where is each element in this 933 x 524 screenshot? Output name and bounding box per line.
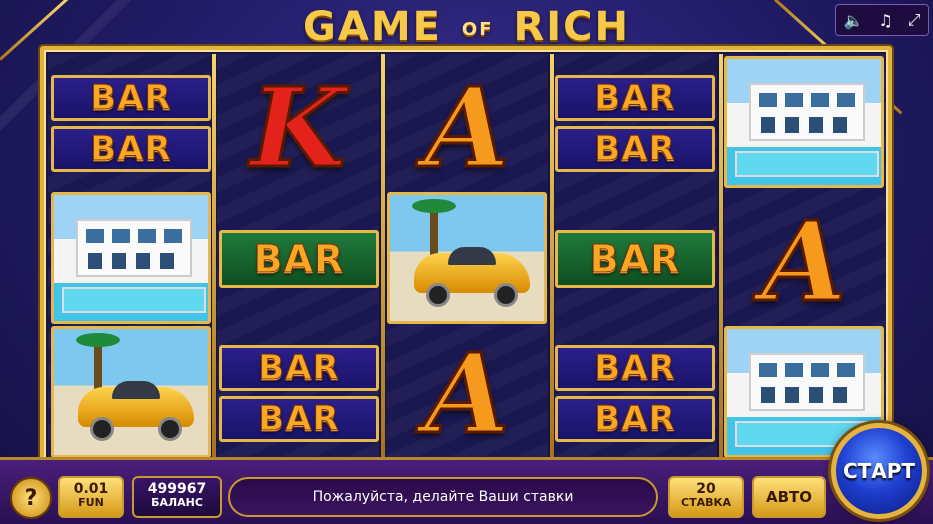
villa-house (749, 353, 865, 411)
coin-value: 0.01 (73, 481, 109, 497)
villa-pool (735, 151, 879, 177)
balance-value: 499967 (147, 481, 207, 497)
symbol-car (51, 326, 211, 458)
villa-pool (62, 287, 206, 313)
speaker-icon[interactable]: 🔈 (843, 11, 863, 30)
symbol-bar: BAR (51, 126, 211, 172)
symbol-a: A (423, 61, 511, 193)
title-rich: RICH (513, 4, 630, 50)
coin-label: FUN (78, 495, 104, 509)
symbol-villa (51, 192, 211, 324)
balance-label: БАЛАНС (151, 495, 203, 509)
title-game: GAME (303, 4, 442, 50)
symbol-a: A (760, 195, 848, 327)
symbol-bar: BAR (555, 126, 715, 172)
auto-button[interactable]: АВТО (752, 476, 826, 518)
symbol-bar: BAR (555, 75, 715, 121)
symbol-bar: BAR (219, 396, 379, 442)
villa-house (76, 219, 192, 277)
symbol-a: A (423, 327, 511, 459)
symbol-villa (724, 56, 884, 188)
music-icon[interactable]: ♫ (878, 11, 892, 30)
symbol-bar: BAR (219, 345, 379, 391)
balance-display: 499967 БАЛАНС (132, 476, 222, 518)
start-button[interactable]: СТАРТ (831, 423, 927, 519)
title-of: OF (461, 18, 494, 40)
bet-label: СТАВКА (681, 495, 731, 509)
symbol-bar: BAR (555, 345, 715, 391)
reel-separator (719, 54, 723, 458)
reel-separator (212, 54, 216, 458)
coin-value-button[interactable]: 0.01 FUN (58, 476, 124, 518)
symbol-bar-green: BAR (555, 230, 715, 288)
symbol-bar: BAR (51, 75, 211, 121)
system-icons: 🔈 ♫ ⤢ (835, 4, 929, 36)
reel-separator (381, 54, 385, 458)
symbol-car (387, 192, 547, 324)
symbol-k: K (249, 61, 348, 193)
game-title: GAME OF RICH (0, 4, 933, 50)
status-message: Пожалуйста, делайте Ваши ставки (228, 477, 658, 517)
bet-value: 20 (696, 481, 716, 497)
symbol-bar-green: BAR (219, 230, 379, 288)
reel-separator (550, 54, 554, 458)
villa-house (749, 83, 865, 141)
fullscreen-icon[interactable]: ⤢ (908, 10, 921, 30)
symbol-bar: BAR (555, 396, 715, 442)
bet-button[interactable]: 20 СТАВКА (668, 476, 744, 518)
help-button[interactable]: ? (10, 477, 52, 519)
